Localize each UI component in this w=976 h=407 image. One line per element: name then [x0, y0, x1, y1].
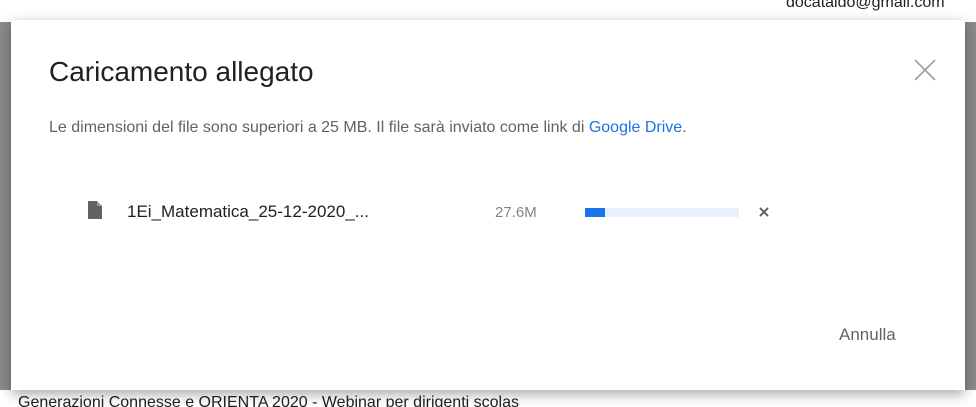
file-icon: [88, 201, 102, 219]
attachment-size: 27.6M: [495, 204, 537, 221]
size-warning-message: Le dimensioni del file sono superiori a …: [49, 119, 687, 137]
cancel-button[interactable]: Annulla: [819, 317, 916, 353]
account-email: docataldo@gmail.com: [786, 0, 945, 11]
remove-icon[interactable]: [756, 204, 772, 220]
upload-progress-fill: [585, 208, 606, 217]
google-drive-link[interactable]: Google Drive: [589, 119, 682, 136]
upload-progress-bar: [585, 208, 739, 217]
message-suffix: .: [682, 119, 687, 136]
background-header: docataldo@gmail.com: [0, 0, 976, 22]
dialog-title: Caricamento allegato: [49, 56, 314, 87]
background-text: Generazioni Connesse e ORIENTA 2020 - We…: [18, 394, 519, 407]
close-icon[interactable]: [911, 56, 939, 84]
upload-dialog: Caricamento allegato Le dimensioni del f…: [11, 20, 965, 390]
background-footer: Generazioni Connesse e ORIENTA 2020 - We…: [0, 390, 976, 407]
message-text: Le dimensioni del file sono superiori a …: [49, 119, 589, 136]
attachment-name: 1Ei_Matematica_25-12-2020_...: [127, 202, 369, 221]
